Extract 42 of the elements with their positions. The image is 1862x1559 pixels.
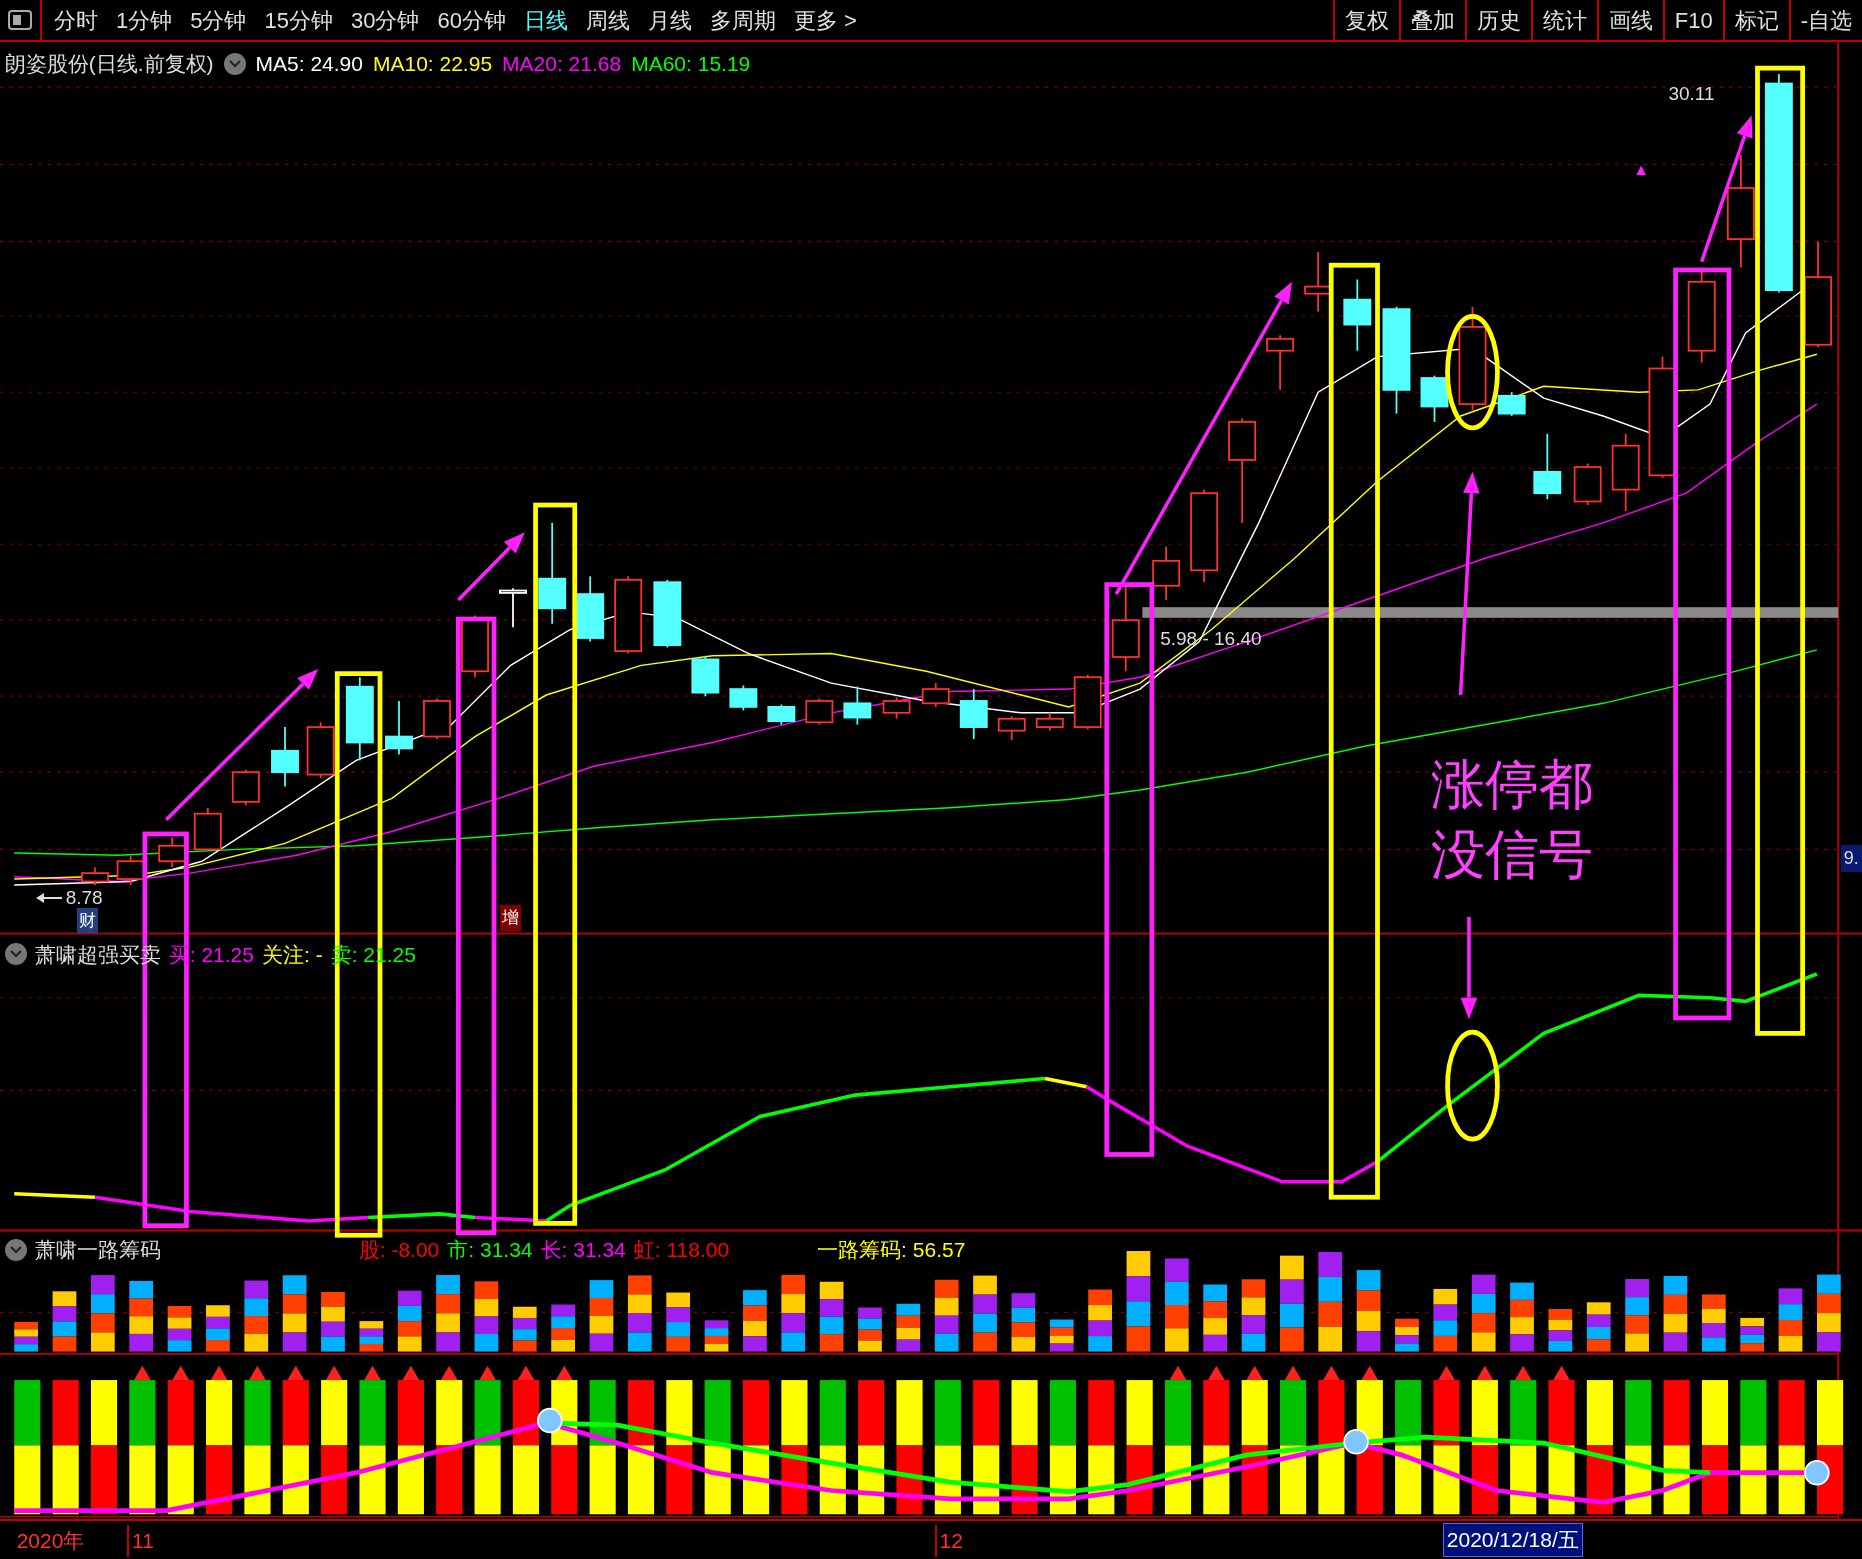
event-marker: 财 — [77, 907, 99, 934]
toolbar-button[interactable]: 画线 — [1596, 0, 1663, 40]
price-label: 30.11 — [1668, 82, 1715, 106]
event-marker: 增 — [499, 905, 521, 931]
price-label: 8.78 — [65, 885, 103, 910]
period-tab[interactable]: 30分钟 — [351, 3, 420, 37]
date-label: 12 — [934, 1525, 963, 1557]
toolbar-button[interactable]: F10 — [1662, 0, 1723, 40]
period-tab[interactable]: 更多 > — [793, 3, 857, 37]
indicator-value: MA60: 15.19 — [631, 50, 751, 77]
indicator-value: 股: -8.00 — [358, 1237, 440, 1264]
period-tab[interactable]: 周线 — [585, 3, 630, 37]
period-tab[interactable]: 月线 — [647, 3, 692, 37]
period-tab[interactable]: 分时 — [54, 3, 98, 37]
indicator-value: 一路筹码: 56.57 — [817, 1237, 966, 1264]
period-tab[interactable]: 1分钟 — [116, 3, 173, 37]
period-tab[interactable]: 15分钟 — [264, 3, 333, 37]
price-range-label: 5.98 - 16.40 — [1160, 627, 1262, 652]
toolbar-button[interactable]: -自选 — [1788, 0, 1862, 40]
toolbar-button[interactable]: 历史 — [1464, 0, 1531, 40]
toolbar-button[interactable]: 叠加 — [1398, 0, 1465, 40]
date-label: 2020年 — [16, 1528, 85, 1554]
indicator-value: 市: 31.34 — [447, 1237, 533, 1264]
indicator-value: MA5: 24.90 — [255, 50, 363, 77]
axis-price-label: 9. — [1840, 844, 1862, 872]
toolbar-button[interactable]: 标记 — [1722, 0, 1789, 40]
indicator-value: MA20: 21.68 — [502, 50, 622, 77]
indicator-value: 关注: - — [262, 941, 323, 968]
period-tab[interactable]: 日线 — [523, 3, 568, 37]
period-tab[interactable]: 5分钟 — [190, 3, 247, 37]
period-tab[interactable]: 60分钟 — [437, 3, 506, 37]
indicator-value: MA10: 22.95 — [373, 50, 493, 77]
period-tab[interactable]: 多周期 — [709, 3, 776, 37]
indicator-value: 虹: 118.00 — [633, 1237, 730, 1264]
stock-title: 朗姿股份(日线.前复权) — [4, 50, 214, 77]
toolbar-button[interactable]: 复权 — [1332, 0, 1399, 40]
indicator-value: 长: 31.34 — [540, 1237, 626, 1264]
indicator-title: 萧啸一路筹码 — [34, 1237, 161, 1264]
toolbar-button[interactable]: 统计 — [1530, 0, 1597, 40]
annotation-text: 涨停都 没信号 — [1430, 752, 1593, 886]
date-label: 11 — [127, 1525, 154, 1557]
cursor-date-label: 2020/12/18/五 — [1442, 1523, 1583, 1557]
